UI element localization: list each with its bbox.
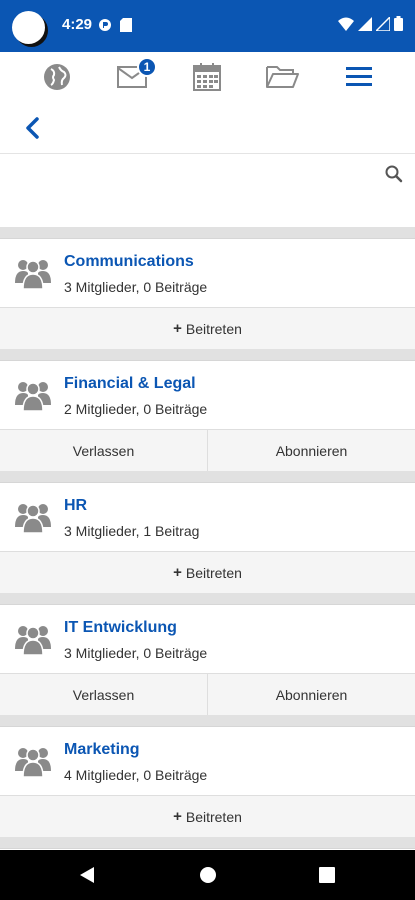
plus-icon: +: [173, 808, 182, 825]
group-actions: Verlassen Abonnieren: [0, 429, 415, 471]
plus-icon: +: [173, 564, 182, 581]
recents-nav-icon[interactable]: [318, 865, 336, 890]
group-name[interactable]: HR: [64, 497, 87, 515]
group-card: HR 3 Mitglieder, 1 Beitrag + Beitreten: [0, 483, 415, 593]
search-input[interactable]: [0, 155, 380, 195]
back-nav-icon[interactable]: [78, 865, 96, 890]
sim-card-icon: [120, 18, 132, 37]
status-time: 4:29: [62, 16, 93, 33]
group-name[interactable]: Communications: [64, 253, 194, 271]
plus-icon: +: [173, 320, 182, 337]
leave-button[interactable]: Verlassen: [0, 430, 207, 471]
menu-icon[interactable]: [342, 62, 376, 92]
subscribe-button[interactable]: Abonnieren: [207, 430, 415, 471]
group-meta: 2 Mitglieder, 0 Beiträge: [64, 401, 208, 417]
signal-icon: [358, 16, 372, 36]
group-list: Communications 3 Mitglieder, 0 Beiträge …: [0, 227, 415, 849]
join-button[interactable]: + Beitreten: [0, 796, 415, 837]
home-nav-icon[interactable]: [199, 865, 217, 890]
signal-icon-2: [374, 14, 391, 36]
group-card: Communications 3 Mitglieder, 0 Beiträge …: [0, 239, 415, 349]
mail-icon[interactable]: 1: [115, 57, 157, 92]
group-name[interactable]: Financial & Legal: [64, 375, 196, 393]
group-icon: [15, 504, 51, 533]
globe-icon[interactable]: [40, 62, 74, 92]
leave-button[interactable]: Verlassen: [0, 674, 207, 715]
camera-cutout: [12, 11, 45, 44]
join-button[interactable]: + Beitreten: [0, 308, 415, 349]
separator: [0, 471, 415, 483]
group-card: Marketing 4 Mitglieder, 0 Beiträge + Bei…: [0, 727, 415, 837]
group-meta: 3 Mitglieder, 0 Beiträge: [64, 645, 208, 661]
group-meta: 3 Mitglieder, 0 Beiträge: [64, 279, 208, 295]
group-name[interactable]: Marketing: [64, 741, 140, 759]
notification-icon: [98, 18, 112, 37]
wifi-icon: [338, 17, 354, 36]
group-icon: [15, 260, 51, 289]
search-button[interactable]: [385, 165, 405, 185]
join-label: Beitreten: [185, 564, 242, 581]
group-card: IT Entwicklung 3 Mitglieder, 0 Beiträge …: [0, 605, 415, 715]
unread-badge: 1: [137, 57, 157, 77]
folder-icon[interactable]: [265, 62, 299, 92]
back-button[interactable]: [22, 114, 44, 144]
group-actions: + Beitreten: [0, 551, 415, 593]
search-icon: [385, 165, 403, 183]
group-icon: [15, 382, 51, 411]
calendar-icon[interactable]: [190, 62, 224, 92]
group-meta: 4 Mitglieder, 0 Beiträge: [64, 767, 208, 783]
back-row: [0, 104, 415, 154]
separator: [0, 593, 415, 605]
subscribe-button[interactable]: Abonnieren: [207, 674, 415, 715]
status-bar: 4:29: [0, 0, 415, 52]
separator: [0, 227, 415, 239]
group-actions: Verlassen Abonnieren: [0, 673, 415, 715]
battery-icon: [394, 16, 403, 36]
system-nav-bar: [0, 850, 415, 900]
join-label: Beitreten: [185, 808, 242, 825]
app-nav-bar: 1: [0, 52, 415, 104]
group-icon: [15, 748, 51, 777]
group-meta: 3 Mitglieder, 1 Beitrag: [64, 523, 200, 539]
join-label: Beitreten: [185, 320, 242, 337]
group-actions: + Beitreten: [0, 307, 415, 349]
separator: [0, 837, 415, 849]
search-row: [0, 155, 415, 227]
separator: [0, 715, 415, 727]
group-icon: [15, 626, 51, 655]
group-name[interactable]: IT Entwicklung: [64, 619, 177, 637]
join-button[interactable]: + Beitreten: [0, 552, 415, 593]
chevron-left-icon: [26, 117, 39, 139]
group-actions: + Beitreten: [0, 795, 415, 837]
group-card: Financial & Legal 2 Mitglieder, 0 Beiträ…: [0, 361, 415, 471]
status-right-icons: [338, 14, 403, 36]
separator: [0, 349, 415, 361]
